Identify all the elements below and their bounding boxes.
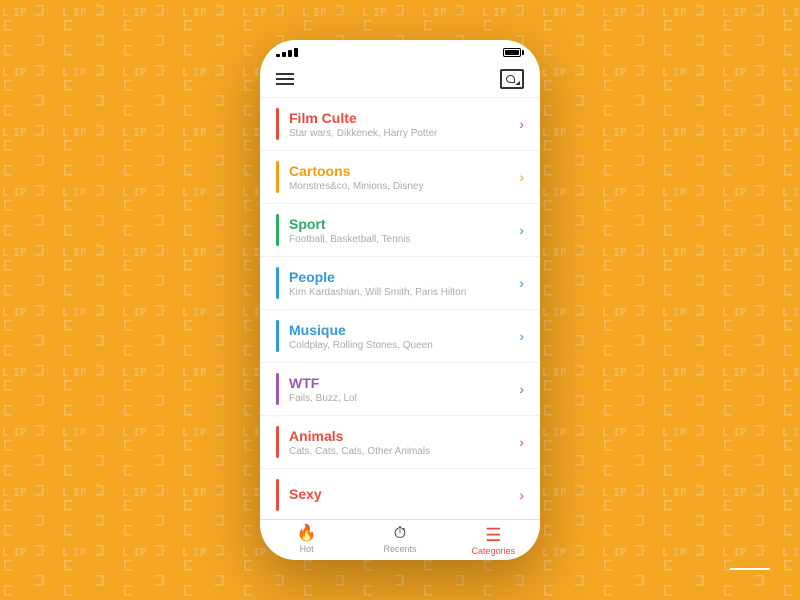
menu-button[interactable]	[276, 73, 294, 85]
tab-hot[interactable]: 🔥 Hot	[260, 520, 353, 560]
category-color-musique	[276, 320, 279, 352]
category-item-sexy[interactable]: Sexy›	[260, 469, 540, 519]
category-item-sport[interactable]: Sport Football, Basketball, Tennis›	[260, 204, 540, 257]
lip-logo	[730, 566, 770, 570]
tab-icon-hot: 🔥	[297, 526, 317, 542]
status-right	[500, 48, 524, 57]
tab-bar: 🔥 Hot ⏱ Recents ☰ Categories	[260, 519, 540, 560]
category-color-sexy	[276, 479, 279, 511]
category-color-wtf	[276, 373, 279, 405]
category-color-people	[276, 267, 279, 299]
chevron-icon-wtf: ›	[519, 381, 524, 397]
category-item-cartoons[interactable]: Cartoons Monstres&co, Minions, Disney›	[260, 151, 540, 204]
category-name-sexy: Sexy	[289, 486, 519, 502]
category-subtitle-wtf: Fails, Buzz, Lol	[289, 393, 519, 404]
tab-icon-categories: ☰	[485, 526, 501, 544]
category-item-animals[interactable]: Animals Cats, Cats, Cats, Other Animals›	[260, 416, 540, 469]
category-subtitle-animals: Cats, Cats, Cats, Other Animals	[289, 446, 519, 457]
category-text-wtf: WTF Fails, Buzz, Lol	[289, 375, 519, 404]
tab-icon-recents: ⏱	[394, 526, 406, 542]
category-text-musique: Musique Coldplay, Rolling Stones, Queen	[289, 322, 519, 351]
status-left	[276, 48, 303, 57]
category-name-sport: Sport	[289, 216, 519, 232]
chevron-icon-musique: ›	[519, 328, 524, 344]
category-name-film-culte: Film Culte	[289, 110, 519, 126]
category-name-cartoons: Cartoons	[289, 163, 519, 179]
category-name-animals: Animals	[289, 428, 519, 444]
category-item-people[interactable]: People Kim Kardashian, Will Smith, Paris …	[260, 257, 540, 310]
category-color-animals	[276, 426, 279, 458]
categories-list: Film Culte Star wars, Dikkenek, Harry Pot…	[260, 98, 540, 519]
category-subtitle-film-culte: Star wars, Dikkenek, Harry Potter	[289, 128, 519, 139]
app-header	[260, 61, 540, 98]
category-text-people: People Kim Kardashian, Will Smith, Paris …	[289, 269, 519, 298]
category-item-musique[interactable]: Musique Coldplay, Rolling Stones, Queen›	[260, 310, 540, 363]
phone-frame: Film Culte Star wars, Dikkenek, Harry Pot…	[260, 40, 540, 560]
category-subtitle-musique: Coldplay, Rolling Stones, Queen	[289, 340, 519, 351]
category-color-film-culte	[276, 108, 279, 140]
lip-logo-line	[730, 568, 770, 570]
tab-label-recents: Recents	[383, 544, 416, 554]
tab-recents[interactable]: ⏱ Recents	[353, 520, 446, 560]
chevron-icon-sport: ›	[519, 222, 524, 238]
gallery-button[interactable]	[500, 69, 524, 89]
category-subtitle-sport: Football, Basketball, Tennis	[289, 234, 519, 245]
chevron-icon-cartoons: ›	[519, 169, 524, 185]
category-item-wtf[interactable]: WTF Fails, Buzz, Lol›	[260, 363, 540, 416]
category-name-musique: Musique	[289, 322, 519, 338]
tab-label-hot: Hot	[300, 544, 314, 554]
category-text-sexy: Sexy	[289, 486, 519, 504]
chevron-icon-sexy: ›	[519, 487, 524, 503]
category-name-people: People	[289, 269, 519, 285]
category-text-sport: Sport Football, Basketball, Tennis	[289, 216, 519, 245]
category-subtitle-cartoons: Monstres&co, Minions, Disney	[289, 181, 519, 192]
battery-icon	[503, 48, 524, 57]
chevron-icon-people: ›	[519, 275, 524, 291]
tab-label-categories: Categories	[472, 546, 516, 556]
category-color-cartoons	[276, 161, 279, 193]
category-text-animals: Animals Cats, Cats, Cats, Other Animals	[289, 428, 519, 457]
category-item-film-culte[interactable]: Film Culte Star wars, Dikkenek, Harry Pot…	[260, 98, 540, 151]
category-text-film-culte: Film Culte Star wars, Dikkenek, Harry Pot…	[289, 110, 519, 139]
status-bar	[260, 40, 540, 61]
chevron-icon-film-culte: ›	[519, 116, 524, 132]
chevron-icon-animals: ›	[519, 434, 524, 450]
tab-categories[interactable]: ☰ Categories	[447, 520, 540, 560]
category-color-sport	[276, 214, 279, 246]
category-name-wtf: WTF	[289, 375, 519, 391]
category-text-cartoons: Cartoons Monstres&co, Minions, Disney	[289, 163, 519, 192]
signal-icon	[276, 48, 298, 57]
category-subtitle-people: Kim Kardashian, Will Smith, Paris Hilton	[289, 287, 519, 298]
